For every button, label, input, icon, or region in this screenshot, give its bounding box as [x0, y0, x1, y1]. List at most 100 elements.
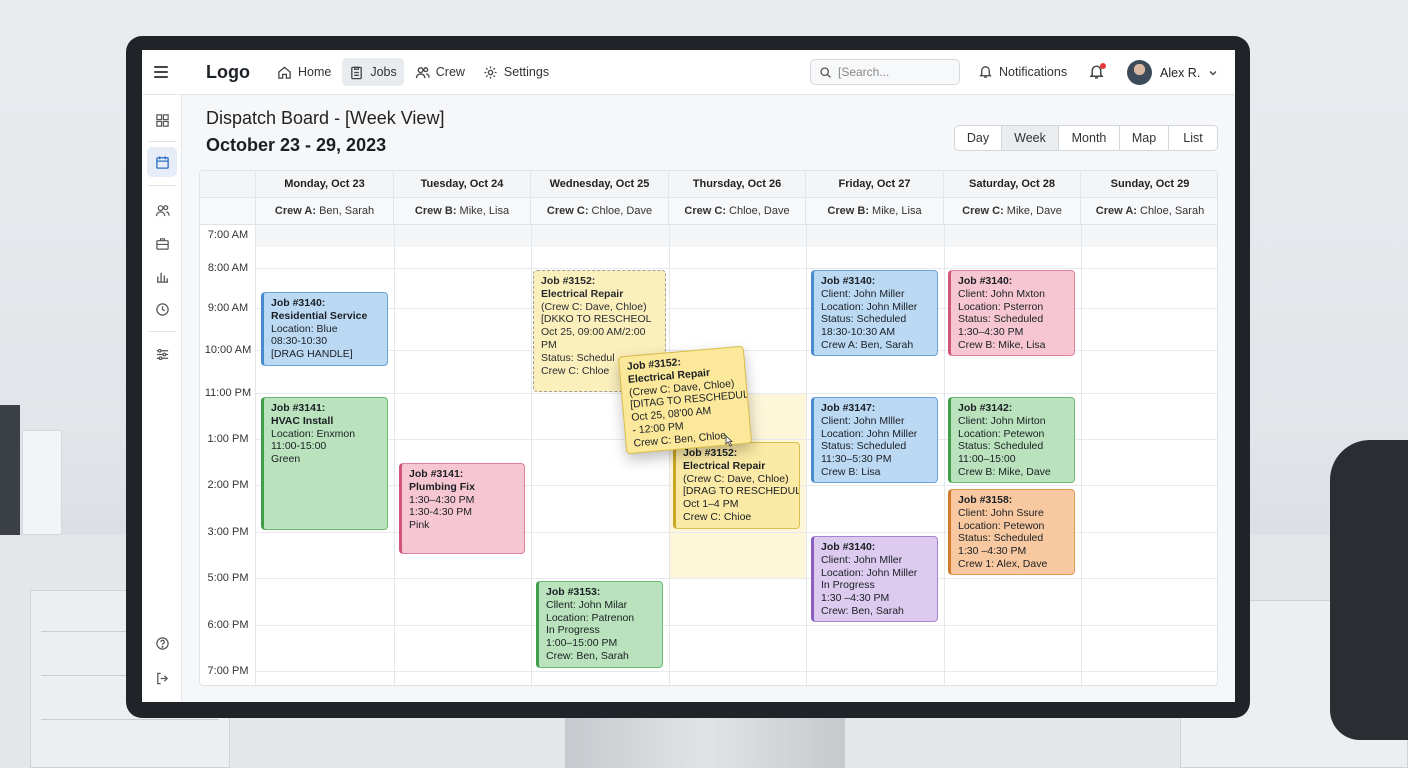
time-label: 7:00 AM: [207, 229, 249, 241]
job-line: Crew 1: Alex, Dave: [958, 557, 1048, 570]
job-line: 11:00–15:00: [958, 453, 1016, 466]
menu-icon[interactable]: [154, 66, 168, 78]
job-card[interactable]: Job #3153: Cllent: John Milar Location: Pa…: [536, 581, 663, 668]
job-card[interactable]: Job #3152: Electrical Repair (Crew C: Dave…: [673, 442, 800, 529]
job-card[interactable]: Job #3140: Client: John Miller Location: J…: [811, 270, 938, 356]
background-binder: [0, 405, 20, 535]
notifications-button[interactable]: Notifications: [978, 64, 1067, 79]
job-line: Job #3152:: [541, 275, 596, 287]
user-menu[interactable]: Alex R.: [1127, 60, 1218, 85]
background-chair: [1330, 440, 1408, 740]
grid-line: [944, 225, 945, 685]
clock-icon[interactable]: [147, 294, 177, 324]
grid-line: [806, 225, 807, 685]
bar-chart-icon[interactable]: [147, 261, 177, 291]
job-card[interactable]: Job #3141: HVAC Install Location: Enxmon 11…: [261, 397, 388, 530]
background-binder: [22, 430, 62, 535]
day-header[interactable]: Friday, Oct 27: [806, 171, 944, 198]
crew-assignment[interactable]: Crew A: Ben, Sarah: [256, 198, 394, 225]
crew-assignment[interactable]: Crew C: Chloe, Dave: [531, 198, 669, 225]
view-week-button[interactable]: Week: [1002, 126, 1059, 150]
view-month-button[interactable]: Month: [1059, 126, 1120, 150]
job-line: 11:30–5:30 PM: [821, 453, 892, 466]
job-line: 1:30 –4:30 PM: [821, 592, 890, 605]
notifications-label: Notifications: [999, 64, 1068, 79]
dashboard-icon[interactable]: [147, 105, 177, 135]
crew-name: Crew A:: [274, 205, 317, 217]
day-header[interactable]: Monday, Oct 23: [256, 171, 394, 198]
crew-assignment[interactable]: Crew C: Chloe, Dave: [669, 198, 806, 225]
job-line: Oct 25, 09:00 AM/2:00: [541, 326, 646, 339]
crew-assignment[interactable]: Crew C: Mike, Dave: [944, 198, 1081, 225]
app-logo[interactable]: Logo: [206, 62, 250, 83]
crew-assignment[interactable]: Crew B: Mike, Lisa: [806, 198, 944, 225]
job-line: 1:30–4:30 PM: [409, 493, 475, 506]
app-screen: Logo Home Jobs Crew Settings [Search... …: [142, 50, 1235, 702]
job-line: 1:30–4:30 PM: [958, 326, 1024, 339]
job-card[interactable]: Job #3140: Client: John Mxton Location: Ps…: [948, 270, 1075, 356]
notification-bell-button[interactable]: [1088, 63, 1106, 81]
job-line: (Crew C: Dave, Chloe): [683, 472, 789, 485]
time-column: [200, 225, 256, 685]
gear-icon: [484, 65, 497, 79]
crew-members: Chloe, Dave: [725, 205, 790, 217]
view-day-button[interactable]: Day: [955, 126, 1002, 150]
job-line: Crew B: Lisa: [821, 465, 881, 478]
view-list-button[interactable]: List: [1169, 126, 1217, 150]
job-line: Status: Scheduled: [958, 313, 1044, 326]
job-line: Green: [271, 453, 301, 466]
nav-jobs[interactable]: Jobs: [342, 58, 404, 86]
time-label: 6:00 PM: [207, 619, 249, 631]
nav-crew[interactable]: Crew: [408, 58, 472, 86]
nav-home[interactable]: Home: [270, 58, 338, 86]
crew-assignment[interactable]: Crew B: Mike, Lisa: [394, 198, 531, 225]
job-line: Location: Petewon: [958, 519, 1045, 532]
job-line: [DRAG HANDLE]: [271, 348, 353, 361]
day-header[interactable]: Wednesday, Oct 25: [531, 171, 669, 198]
crew-assignment[interactable]: Crew A: Chloe, Sarah: [1081, 198, 1217, 225]
job-card[interactable]: Job #3142: Client: John Mirton Location: P…: [948, 397, 1075, 483]
grid-line: [1081, 225, 1082, 685]
job-card[interactable]: Job #3140: Residential Service Location: B…: [261, 292, 388, 366]
day-header[interactable]: Sunday, Oct 29: [1081, 171, 1217, 198]
job-line: Status: Scheduled: [958, 440, 1044, 453]
grid-line: [256, 671, 1217, 672]
sliders-icon[interactable]: [147, 339, 177, 369]
job-line: Status: Scheduled: [958, 532, 1044, 545]
crew-members: Mike, Lisa: [868, 205, 922, 217]
job-line: [DKKO TO RESCHEOL: [541, 313, 652, 326]
day-header[interactable]: Thursday, Oct 26: [669, 171, 806, 198]
view-map-button[interactable]: Map: [1120, 126, 1169, 150]
job-line: Client: John Mlller: [821, 414, 905, 427]
users-icon[interactable]: [147, 195, 177, 225]
job-card[interactable]: Job #3158: Client: John Ssure Location: Pe…: [948, 489, 1075, 575]
job-line: Client: John Mller: [821, 553, 903, 566]
job-line: Crew B: Mike, Dave: [958, 465, 1051, 478]
briefcase-icon[interactable]: [147, 228, 177, 258]
job-card[interactable]: Job #3140: Client: John Mller Location: Jo…: [811, 536, 938, 622]
day-header[interactable]: Tuesday, Oct 24: [394, 171, 531, 198]
search-input[interactable]: [838, 65, 956, 79]
job-line: Oct 1–4 PM: [683, 498, 739, 511]
logout-icon[interactable]: [147, 663, 177, 693]
nav-crew-label: Crew: [435, 65, 465, 79]
calendar-icon[interactable]: [147, 147, 177, 177]
day-header[interactable]: Saturday, Oct 28: [944, 171, 1081, 198]
job-line: Crew: Ben, Sarah: [821, 604, 904, 617]
crew-members: Ben, Sarah: [316, 205, 375, 217]
job-line: Client: John Ssure: [958, 506, 1044, 519]
job-line: Job #3152:: [683, 447, 738, 459]
time-label: 5:00 PM: [207, 572, 249, 584]
job-card[interactable]: Job #3147: Client: John Mlller Location: J…: [811, 397, 938, 483]
job-line: Location: John Miller: [821, 300, 918, 313]
job-line: Location: Patrenon: [546, 611, 635, 624]
job-line: In Progress: [821, 579, 875, 592]
job-card[interactable]: Job #3141: Plumbing Fix 1:30–4:30 PM 1:30-4…: [399, 463, 525, 554]
help-icon[interactable]: [147, 628, 177, 658]
job-line: Pink: [409, 519, 430, 532]
nav-settings[interactable]: Settings: [476, 58, 556, 86]
time-label: 7:00 PM: [207, 665, 249, 677]
time-label: 2:00 PM: [207, 479, 249, 491]
job-line: 08:30-10:30: [271, 335, 328, 348]
job-line: Job #3153:: [546, 586, 601, 598]
